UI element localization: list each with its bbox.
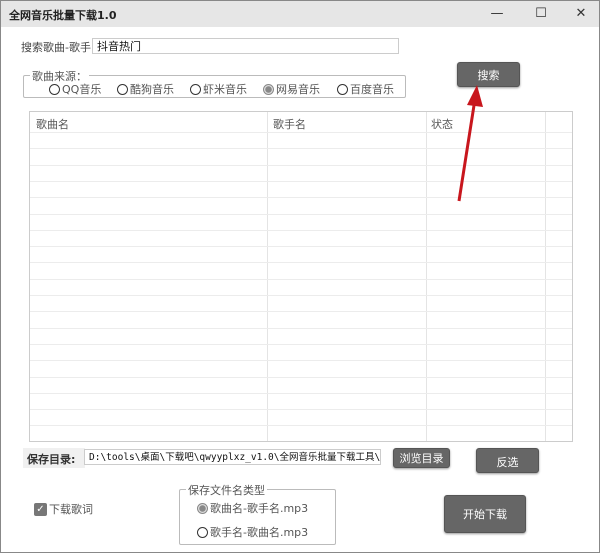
radio-label: 网易音乐 [276,83,320,96]
radio-label: 百度音乐 [350,83,394,96]
row-gridline [30,327,572,329]
source-group: 歌曲来源： QQ音乐 酷狗音乐 虾米音乐 网易音乐 百度音乐 [23,68,406,98]
filename-type-group: 保存文件名类型 歌曲名-歌手名.mp3 歌手名-歌曲名.mp3 [179,482,336,545]
minimize-button[interactable]: — [479,1,515,27]
checkbox-checked-icon: ✓ [34,502,47,516]
column-header-status[interactable]: 状态 [431,116,453,132]
row-gridline [30,311,572,313]
lyrics-label: 下载歌词 [49,503,93,516]
radio-label: 虾米音乐 [203,83,247,96]
radio-selected-icon [263,83,274,95]
search-input[interactable]: 抖音热门 [92,38,399,54]
title-bar: 全网音乐批量下载1.0 — ☐ ✕ [1,1,599,27]
browse-button[interactable]: 浏览目录 [393,448,450,468]
radio-song-artist[interactable]: 歌曲名-歌手名.mp3 [197,500,308,516]
search-label: 搜索歌曲-歌手 [21,41,91,54]
radio-qq[interactable]: QQ音乐 [49,81,101,97]
column-divider [267,112,268,441]
row-gridline [30,262,572,264]
radio-label: 歌手名-歌曲名.mp3 [210,526,309,539]
row-gridline [30,360,572,362]
row-gridline [30,392,572,394]
radio-circle-icon [190,83,201,95]
row-gridline [30,278,572,280]
column-header-artist[interactable]: 歌手名 [273,116,306,132]
radio-netease[interactable]: 网易音乐 [263,81,320,97]
radio-label: QQ音乐 [62,83,102,96]
download-lyrics-checkbox[interactable]: ✓ 下载歌词 [34,501,93,517]
radio-selected-icon [197,502,208,514]
row-gridline [30,213,572,215]
column-divider [545,112,546,441]
row-gridline [30,343,572,345]
column-divider [426,112,427,441]
radio-xiami[interactable]: 虾米音乐 [190,81,247,97]
close-button[interactable]: ✕ [563,1,599,27]
radio-circle-icon [117,83,128,95]
row-gridline [30,409,572,411]
row-gridline [30,246,572,248]
radio-baidu[interactable]: 百度音乐 [337,81,394,97]
start-download-button[interactable]: 开始下载 [444,495,526,533]
filename-legend: 保存文件名类型 [186,482,267,498]
radio-kugou[interactable]: 酷狗音乐 [117,81,174,97]
invert-selection-button[interactable]: 反选 [476,448,539,473]
window-title: 全网音乐批量下载1.0 [9,9,117,22]
radio-label: 酷狗音乐 [130,83,174,96]
radio-label: 歌曲名-歌手名.mp3 [210,502,309,515]
row-gridline [30,376,572,378]
radio-circle-icon [337,83,348,95]
save-dir-input[interactable]: D:\tools\桌面\下载吧\qwyyplxz_v1.0\全网音乐批量下载工具… [84,449,381,465]
app-window: 全网音乐批量下载1.0 — ☐ ✕ 搜索歌曲-歌手 抖音热门 搜索 歌曲来源： … [0,0,600,553]
song-table[interactable]: 歌曲名 歌手名 状态 [29,111,573,442]
radio-circle-icon [49,83,60,95]
row-gridline [30,229,572,231]
save-dir-label: 保存目录: [23,448,85,468]
radio-circle-icon [197,526,208,538]
row-gridline [30,425,572,427]
row-gridline [30,295,572,296]
maximize-button[interactable]: ☐ [523,1,559,27]
red-arrow-annotation [457,85,483,202]
radio-artist-song[interactable]: 歌手名-歌曲名.mp3 [197,524,308,540]
column-header-song[interactable]: 歌曲名 [36,116,69,132]
